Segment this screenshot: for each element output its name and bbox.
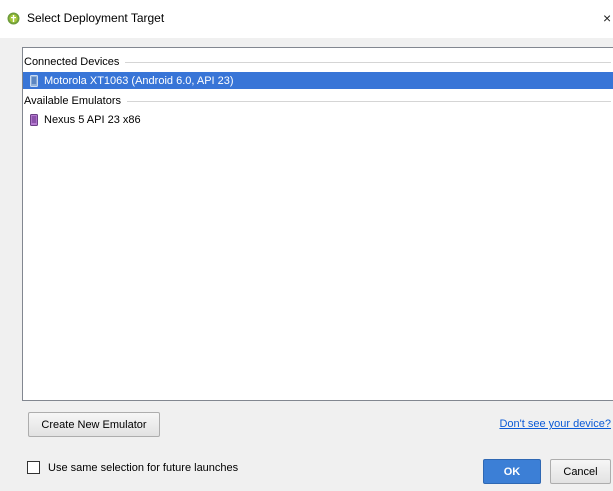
- dont-see-device-link[interactable]: Don't see your device?: [499, 418, 611, 430]
- phone-device-icon: [30, 74, 38, 87]
- emulator-device-icon: [30, 113, 38, 126]
- group-header-label: Available Emulators: [24, 95, 122, 107]
- ok-button[interactable]: OK: [483, 459, 541, 484]
- device-label: Motorola XT1063 (Android 6.0, API 23): [44, 74, 234, 87]
- group-divider: [125, 61, 611, 63]
- group-divider: [127, 100, 611, 102]
- dialog-title: Select Deployment Target: [27, 11, 165, 25]
- cancel-button[interactable]: Cancel: [550, 459, 611, 484]
- device-label: Nexus 5 API 23 x86: [44, 113, 141, 126]
- deployment-target-dialog: Select Deployment Target × Connected Dev…: [0, 0, 613, 491]
- android-studio-icon: [7, 12, 20, 25]
- group-header-connected-devices: Connected Devices: [23, 54, 613, 70]
- device-row-motorola-xt1063[interactable]: Motorola XT1063 (Android 6.0, API 23): [23, 72, 613, 89]
- use-same-selection-checkbox[interactable]: Use same selection for future launches: [27, 461, 238, 474]
- create-new-emulator-button[interactable]: Create New Emulator: [28, 412, 160, 437]
- device-row-nexus-5-api-23-x86[interactable]: Nexus 5 API 23 x86: [23, 111, 613, 128]
- checkbox-box[interactable]: [27, 461, 40, 474]
- group-header-available-emulators: Available Emulators: [23, 93, 613, 109]
- group-header-label: Connected Devices: [24, 56, 120, 68]
- device-list: Connected Devices Motorola XT1063 (Andro…: [22, 47, 613, 401]
- title-bar: Select Deployment Target ×: [0, 0, 613, 38]
- checkbox-label: Use same selection for future launches: [48, 461, 239, 474]
- close-icon[interactable]: ×: [603, 8, 613, 28]
